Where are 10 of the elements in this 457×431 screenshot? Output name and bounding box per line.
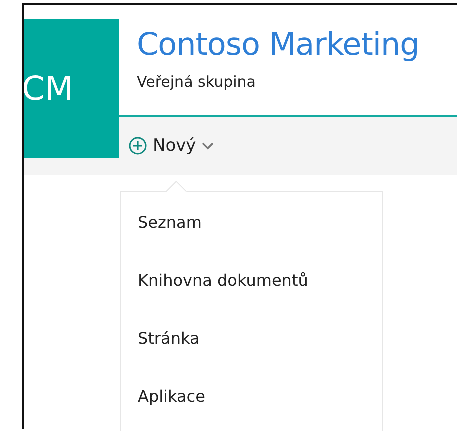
- site-title[interactable]: Contoso Marketing: [137, 27, 457, 63]
- new-button[interactable]: Nový: [127, 134, 216, 158]
- site-subtitle: Veřejná skupina: [137, 73, 256, 91]
- menu-item[interactable]: Seznam: [138, 213, 202, 232]
- menu-item[interactable]: Aplikace: [138, 387, 206, 406]
- chevron-down-icon: [202, 142, 214, 150]
- menu-item[interactable]: Knihovna dokumentů: [138, 271, 308, 290]
- add-circle-icon: [129, 136, 147, 154]
- menu-item[interactable]: Stránka: [138, 329, 200, 348]
- site-initials: CM: [24, 69, 74, 108]
